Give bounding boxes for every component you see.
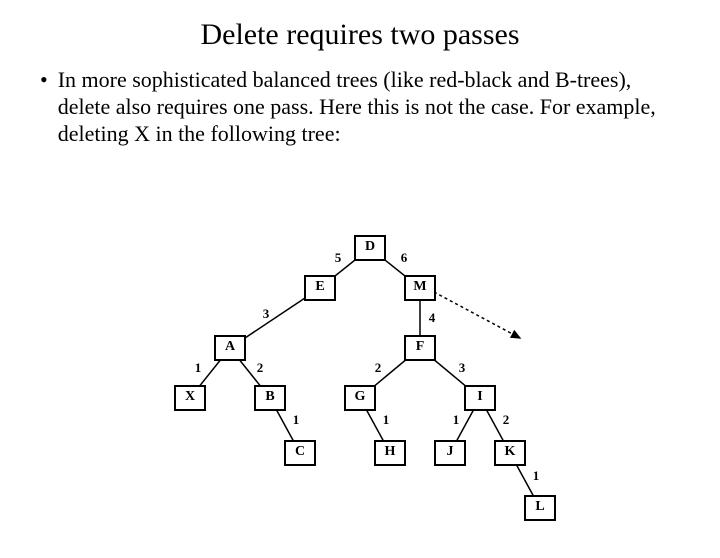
tree-node-b: B [254, 385, 286, 411]
bullet-marker: • [40, 66, 48, 94]
edge-label-d-m: 6 [401, 250, 408, 266]
edge-label-a-b: 2 [257, 360, 264, 376]
tree-node-j: J [434, 440, 466, 466]
edge-label-f-i: 3 [459, 360, 466, 376]
tree-node-i: I [464, 385, 496, 411]
bullet-text: In more sophisticated balanced trees (li… [58, 66, 660, 147]
edge-label-g-h: 1 [383, 412, 390, 428]
tree-node-f: F [404, 335, 436, 361]
tree-node-c: C [284, 440, 316, 466]
edge-label-k-l: 1 [533, 468, 540, 484]
edge-label-f-g: 2 [375, 360, 382, 376]
tree-node-a: A [214, 335, 246, 361]
tree-edges [180, 228, 580, 548]
tree-node-h: H [374, 440, 406, 466]
edge-label-a-x: 1 [195, 360, 202, 376]
tree-node-g: G [344, 385, 376, 411]
tree-node-d: D [354, 235, 386, 261]
edge-label-d-e: 5 [335, 250, 342, 266]
edge-label-e-a: 3 [263, 306, 270, 322]
tree-node-m: M [404, 275, 436, 301]
edge-label-b-c: 1 [293, 412, 300, 428]
tree-node-k: K [494, 440, 526, 466]
tree-node-x: X [174, 385, 206, 411]
tree-node-e: E [304, 275, 336, 301]
tree-diagram: D E M A F X B G I C H J K L 5 6 3 4 1 2 … [180, 228, 580, 548]
tree-node-l: L [524, 495, 556, 521]
edge-label-i-j: 1 [453, 412, 460, 428]
edge-label-m-f: 4 [429, 310, 436, 326]
bullet-item: • In more sophisticated balanced trees (… [0, 66, 720, 147]
page-title: Delete requires two passes [0, 18, 720, 52]
edge-label-i-k: 2 [503, 412, 510, 428]
